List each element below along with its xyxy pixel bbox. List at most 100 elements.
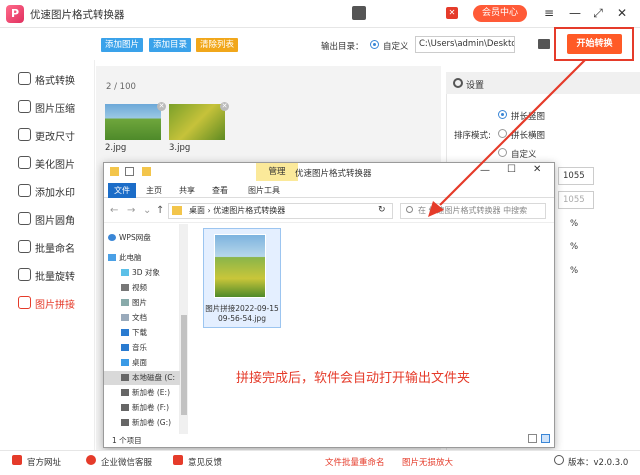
- sidebar-item-batch-rename[interactable]: 批量命名: [0, 233, 95, 261]
- properties-icon[interactable]: [125, 167, 134, 176]
- app-logo-icon: P: [6, 5, 24, 23]
- computer-icon: [108, 254, 116, 261]
- beautify-icon: [18, 156, 31, 169]
- nav-item-videos[interactable]: 视频: [121, 281, 147, 295]
- tab-file[interactable]: 文件: [108, 183, 136, 198]
- nav-item-3d[interactable]: 3D 对象: [121, 266, 160, 280]
- version-label: 版本：v2.0.3.0: [568, 458, 629, 468]
- tab-share[interactable]: 共享: [179, 185, 195, 196]
- width-input[interactable]: 1055: [558, 167, 594, 185]
- nav-item-this-pc[interactable]: 此电脑: [108, 251, 142, 265]
- tab-manage[interactable]: 管理: [256, 163, 298, 181]
- vip-center-button[interactable]: 会员中心: [473, 5, 527, 22]
- breadcrumb-desktop[interactable]: 桌面: [189, 206, 205, 215]
- desktop-icon: [121, 359, 129, 366]
- maximize-icon[interactable]: ⤢: [590, 5, 606, 21]
- remove-file-icon[interactable]: ✕: [157, 102, 166, 111]
- option-vertical-radio[interactable]: [498, 110, 507, 119]
- sidebar-item-label: 美化图片: [35, 160, 75, 171]
- file-thumbnail[interactable]: [169, 104, 225, 140]
- option-custom-label: 自定义: [511, 150, 537, 160]
- sidebar-item-compress[interactable]: 图片压缩: [0, 93, 95, 121]
- sidebar-item-label: 图片圆角: [35, 216, 75, 227]
- breadcrumb-folder[interactable]: 优速图片格式转换器: [213, 206, 285, 215]
- sort-mode-label: 排序模式:: [454, 131, 491, 141]
- nav-item-music[interactable]: 音乐: [121, 341, 147, 355]
- sidebar-item-beautify[interactable]: 美化图片: [0, 149, 95, 177]
- minimize-icon[interactable]: —: [567, 5, 583, 21]
- add-image-button[interactable]: 添加图片: [101, 38, 144, 52]
- file-name: 图片拼接2022-09-15 09-56-54.jpg: [205, 304, 279, 323]
- sidebar-item-label: 添加水印: [35, 188, 75, 199]
- wechat-icon: [86, 455, 96, 465]
- file-thumbnail[interactable]: [105, 104, 161, 140]
- status-bar: 1 个项目: [104, 434, 554, 447]
- disk-icon: [121, 419, 129, 426]
- cloud-icon: [108, 234, 116, 241]
- option-horizontal-radio[interactable]: [498, 129, 507, 138]
- sidebar-item-watermark[interactable]: 添加水印: [0, 177, 95, 205]
- disk-icon: [121, 389, 129, 396]
- custom-dir-radio[interactable]: [370, 40, 379, 49]
- tab-view[interactable]: 查看: [212, 185, 228, 196]
- wechat-service-link[interactable]: 企业微信客服: [101, 456, 152, 468]
- add-folder-button[interactable]: 添加目录: [149, 38, 192, 52]
- nav-item-volume-e[interactable]: 新加卷 (E:): [121, 386, 170, 400]
- sidebar-item-round-corner[interactable]: 图片圆角: [0, 205, 95, 233]
- chevron-down-icon[interactable]: ⌄: [143, 205, 151, 216]
- sidebar-item-label: 格式转换: [35, 76, 75, 87]
- brand-s-icon: [352, 6, 366, 20]
- breadcrumb[interactable]: 桌面 › 优速图片格式转换器: [168, 203, 393, 219]
- close-icon[interactable]: ✕: [533, 164, 541, 175]
- clear-list-button[interactable]: 清除列表: [196, 38, 239, 52]
- menu-icon[interactable]: ≡: [541, 5, 557, 21]
- large-icons-view-icon[interactable]: [541, 434, 550, 443]
- height-input[interactable]: 1055: [558, 191, 594, 209]
- download-icon: [121, 329, 129, 336]
- tab-picture-tools[interactable]: 图片工具: [248, 185, 280, 196]
- refresh-icon: [18, 72, 31, 85]
- nav-item-downloads[interactable]: 下载: [121, 326, 147, 340]
- minimize-icon[interactable]: —: [480, 165, 490, 176]
- output-dir-input[interactable]: C:\Users\admin\Deskto: [415, 36, 515, 53]
- folder-icon: [172, 206, 182, 215]
- nav-item-documents[interactable]: 文档: [121, 311, 147, 325]
- details-view-icon[interactable]: [528, 434, 537, 443]
- refresh-icon[interactable]: ↻: [378, 205, 386, 215]
- lossless-upscale-link[interactable]: 图片无损放大: [402, 456, 453, 468]
- batch-rename-link[interactable]: 文件批量重命名: [325, 456, 385, 468]
- close-icon[interactable]: ✕: [614, 5, 630, 21]
- up-icon[interactable]: ↑: [156, 205, 164, 216]
- video-icon: [121, 284, 129, 291]
- home-icon: [12, 455, 22, 465]
- app-title: 优速图片格式转换器: [30, 9, 125, 21]
- close-ad-icon[interactable]: ✕: [446, 7, 458, 19]
- sidebar-item-format-convert[interactable]: 格式转换: [0, 65, 95, 93]
- compress-icon: [18, 100, 31, 113]
- sidebar-item-resize[interactable]: 更改尺寸: [0, 121, 95, 149]
- search-input[interactable]: 在 优速图片格式转换器 中搜索: [400, 203, 546, 219]
- nav-scrollbar-thumb[interactable]: [181, 315, 187, 415]
- feedback-link[interactable]: 意见反馈: [188, 456, 222, 468]
- folder-icon[interactable]: [538, 39, 550, 49]
- nav-item-wps[interactable]: WPS网盘: [108, 231, 151, 245]
- rename-icon: [18, 240, 31, 253]
- nav-item-volume-g[interactable]: 新加卷 (G:): [121, 416, 171, 430]
- maximize-icon[interactable]: ☐: [507, 164, 516, 175]
- website-link[interactable]: 官方网址: [27, 456, 61, 468]
- new-folder-icon[interactable]: [142, 167, 151, 176]
- folder-icon: [110, 167, 119, 176]
- nav-item-local-disk-c[interactable]: 本地磁盘 (C:: [104, 371, 180, 385]
- option-custom-radio[interactable]: [498, 148, 507, 157]
- remove-file-icon[interactable]: ✕: [220, 102, 229, 111]
- sidebar-item-batch-rotate[interactable]: 批量旋转: [0, 261, 95, 289]
- nav-item-pictures[interactable]: 图片: [121, 296, 147, 310]
- nav-item-volume-f[interactable]: 新加卷 (F:): [121, 401, 169, 415]
- forward-icon[interactable]: →: [127, 205, 135, 216]
- back-icon[interactable]: ←: [110, 205, 118, 216]
- file-thumbnail: [214, 234, 266, 298]
- tab-home[interactable]: 主页: [146, 185, 162, 196]
- search-icon: [406, 206, 413, 213]
- sidebar-item-stitch[interactable]: 图片拼接: [0, 289, 95, 317]
- nav-item-desktop[interactable]: 桌面: [121, 356, 147, 370]
